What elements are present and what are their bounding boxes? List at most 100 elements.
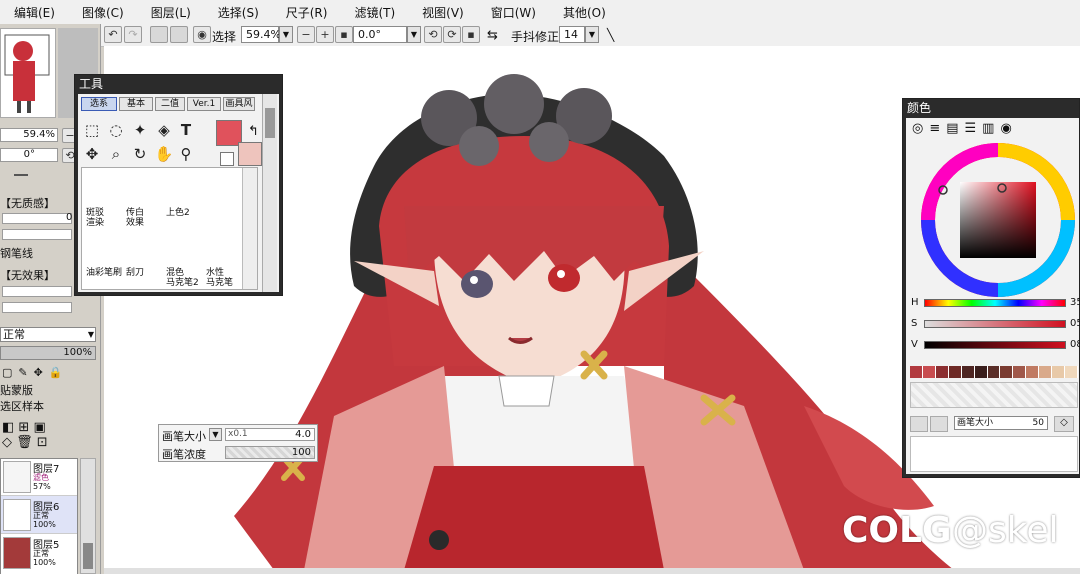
redo-button[interactable]: ↷ — [124, 26, 142, 43]
rotate-right-button[interactable]: ⟳ — [443, 26, 461, 43]
tool-window-title[interactable]: 工具 — [75, 75, 282, 93]
brush-item[interactable]: 传白 效果 — [126, 208, 144, 228]
brush-size-dropdown[interactable]: ▼ — [209, 428, 222, 441]
menu-ruler[interactable]: 尺子(R) — [272, 4, 341, 21]
stabilizer-dropdown[interactable]: ▼ — [585, 26, 599, 43]
navigator-zoom-field[interactable]: 59.4% — [0, 128, 58, 142]
rotate-reset-button[interactable]: ▪ — [462, 26, 480, 43]
flip-horizontal-icon[interactable]: ⇆ — [487, 28, 498, 43]
brush-item[interactable]: 水性 马克笔 — [206, 268, 233, 288]
hand-icon[interactable]: ✋ — [154, 144, 174, 164]
tab-basic[interactable]: 基本 — [119, 97, 153, 111]
menu-layer[interactable]: 图层(L) — [137, 4, 204, 21]
rotation-dropdown[interactable]: ▼ — [407, 26, 421, 43]
default-colors-icon[interactable] — [220, 152, 234, 166]
tool-scrollbar[interactable] — [262, 94, 277, 292]
lasso-icon[interactable]: ◌ — [106, 120, 126, 140]
opacity-slider[interactable]: 100% — [0, 346, 96, 360]
secondary-color-swatch[interactable] — [238, 142, 262, 166]
tool-scroll-thumb[interactable] — [265, 108, 275, 138]
brush-density-slider[interactable]: 100 — [225, 446, 315, 459]
layer-row[interactable]: 图层5 正常 100% — [1, 534, 77, 574]
zoom-out-button[interactable]: − — [297, 26, 315, 43]
custom-swatch-area[interactable] — [910, 382, 1078, 408]
effect-label[interactable]: 【无效果】 — [0, 267, 55, 283]
rotate-left-button[interactable]: ⟲ — [424, 26, 442, 43]
effect-strength-bar[interactable] — [2, 302, 72, 313]
eyedropper-icon[interactable]: ⚲ — [176, 144, 196, 164]
color-brush-size-field[interactable]: 画笔大小 50 — [954, 416, 1048, 430]
color-window-title[interactable]: 颜色 — [903, 99, 1079, 117]
brush-item[interactable]: 混色 马克笔2 — [166, 268, 199, 288]
tab-ver1[interactable]: Ver.1 — [187, 97, 221, 111]
zoom-reset-button[interactable]: ▪ — [335, 26, 353, 43]
color-swatch[interactable] — [961, 366, 975, 378]
canvas-horizontal-scrollbar[interactable] — [104, 568, 1080, 574]
brush-preview-icon[interactable] — [910, 416, 928, 432]
navigator-rotation-field[interactable]: 0° — [0, 148, 58, 162]
color-swatch[interactable] — [1000, 366, 1014, 378]
tab-binary[interactable]: 二值 — [155, 97, 185, 111]
color-swatch[interactable] — [922, 366, 936, 378]
menu-other[interactable]: 其他(O) — [549, 4, 619, 21]
brush-item[interactable]: 油彩笔刷 — [86, 268, 122, 278]
layer-row-selected[interactable]: 图层6 正常 100% — [1, 496, 77, 534]
menu-image[interactable]: 图像(C) — [68, 4, 137, 21]
menu-view[interactable]: 视图(V) — [408, 4, 477, 21]
hue-slider[interactable] — [924, 299, 1066, 307]
color-swatch[interactable] — [1013, 366, 1027, 378]
brush-item[interactable]: 刮刀 — [126, 268, 144, 278]
rect-select-icon[interactable]: ⬚ — [82, 120, 102, 140]
effect-scale-bar[interactable] — [2, 286, 72, 297]
color-swatch[interactable] — [974, 366, 988, 378]
color-swatch[interactable] — [1026, 366, 1040, 378]
navigator-preview[interactable] — [0, 28, 56, 118]
color-swatch[interactable] — [987, 366, 1001, 378]
color-swatch[interactable] — [948, 366, 962, 378]
magic-wand-icon[interactable]: ✦ — [130, 120, 150, 140]
zoom-in-button[interactable]: + — [316, 26, 334, 43]
zoom-field[interactable]: 59.4% — [241, 26, 281, 43]
saturation-slider[interactable] — [924, 320, 1066, 328]
texture-strength-bar[interactable] — [2, 229, 72, 240]
rotation-field[interactable]: 0.0° — [353, 26, 407, 43]
color-swatch[interactable] — [1039, 366, 1053, 378]
stabilizer-field[interactable]: 14 — [559, 26, 585, 43]
brush-size-slider[interactable]: x0.1 4.0 — [225, 428, 315, 441]
brush-item[interactable]: 斑驳 渲染 — [86, 208, 104, 228]
zoom-icon[interactable]: ⌕ — [106, 144, 126, 164]
eraser-icon[interactable]: ◇ — [1054, 416, 1074, 432]
texture-scale-bar[interactable] — [2, 213, 72, 224]
menu-window[interactable]: 窗口(W) — [477, 4, 549, 21]
color-swatch[interactable] — [1052, 366, 1066, 378]
text-tool-icon[interactable]: T — [176, 120, 196, 140]
rotate-icon[interactable]: ↻ — [130, 144, 150, 164]
layer-action-icons[interactable]: ◧ ⊞ ▣ ◇ 🗑 ⊡ — [2, 420, 82, 456]
swatch-strip[interactable] — [910, 366, 1078, 378]
blend-mode-select[interactable]: 正常 ▼ — [0, 327, 96, 342]
color-swatch[interactable] — [935, 366, 949, 378]
undo-button[interactable]: ↶ — [104, 26, 122, 43]
color-swatch[interactable] — [1065, 366, 1078, 378]
brush-preview-icon-2[interactable] — [930, 416, 948, 432]
color-mode-icons[interactable]: ◎≡▤☰▥◉ — [912, 121, 1018, 136]
selection-sample-label[interactable]: 选区样本 — [0, 398, 44, 414]
layer-lock-icons[interactable]: ▢✎✥🔒 — [2, 366, 69, 379]
deselect-button[interactable] — [150, 26, 168, 43]
menu-select[interactable]: 选择(S) — [204, 4, 272, 21]
brush-scrollbar[interactable] — [242, 168, 257, 289]
tab-select[interactable]: 选系 — [81, 97, 117, 111]
brush-item[interactable]: 上色2 — [166, 208, 190, 218]
zoom-dropdown[interactable]: ▼ — [279, 26, 293, 43]
menu-filter[interactable]: 滤镜(T) — [340, 4, 408, 21]
layer-scrollbar[interactable] — [80, 458, 96, 574]
color-wheel[interactable] — [920, 142, 1076, 298]
layer-row[interactable]: 图层7 滤色 57% — [1, 459, 77, 496]
texture-label[interactable]: 【无质感】 — [0, 195, 55, 211]
eye-icon[interactable]: ◉ — [193, 26, 211, 43]
pressure-line-icon[interactable]: ╲ — [607, 28, 614, 42]
clip-mask-label[interactable]: 贴蒙版 — [0, 382, 33, 398]
layer-scroll-thumb[interactable] — [83, 543, 93, 569]
swap-colors-icon[interactable]: ↰ — [248, 124, 259, 139]
shape-icon[interactable]: ◈ — [154, 120, 174, 140]
